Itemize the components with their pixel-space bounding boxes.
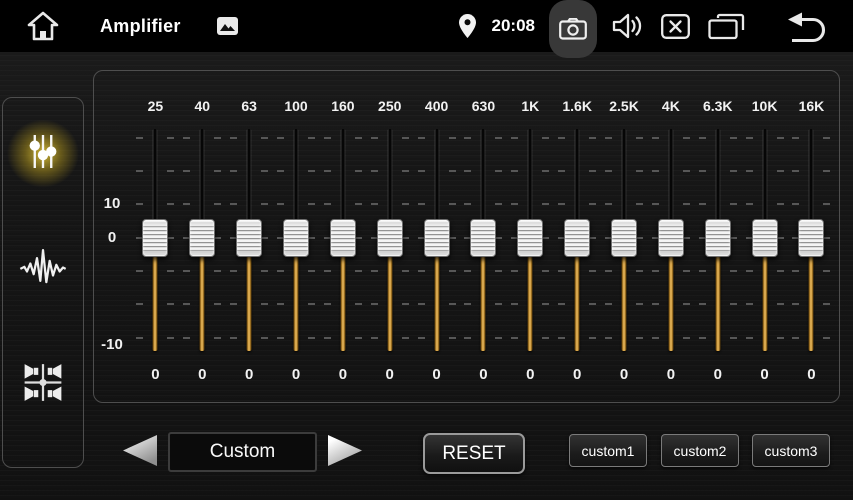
band-freq-label: 25 [132,98,179,114]
slider-knob[interactable] [517,219,543,257]
page-title: Amplifier [100,16,181,37]
eq-band: 400 0 [413,71,460,404]
slider-knob[interactable] [658,219,684,257]
speakers-cross-icon [22,392,64,407]
eq-band: 250 0 [366,71,413,404]
band-freq-label: 100 [273,98,320,114]
back-icon [785,10,826,43]
sidebar-item-sound-effect[interactable] [19,246,67,293]
band-value: 0 [132,366,179,383]
band-freq-label: 6.3K [694,98,741,114]
eq-band: 4K 0 [647,71,694,404]
band-value: 0 [694,366,741,383]
eq-bands: 25 0 40 0 63 0 100 [132,71,835,404]
slider-knob[interactable] [330,219,356,257]
slider-knob[interactable] [470,219,496,257]
sidebar [2,97,84,468]
close-icon [661,14,690,39]
home-button[interactable] [26,10,60,42]
band-value: 0 [366,366,413,383]
preset-prev-button[interactable] [122,435,158,469]
band-freq-label: 16K [788,98,835,114]
equalizer-panel: 10 0 -10 25 0 40 0 63 0 [93,70,840,403]
slider-knob[interactable] [611,219,637,257]
slider-knob[interactable] [377,219,403,257]
recents-button[interactable] [708,13,745,40]
band-value: 0 [319,366,366,383]
eq-band: 100 0 [273,71,320,404]
band-freq-label: 630 [460,98,507,114]
band-freq-label: 2.5K [601,98,648,114]
band-value: 0 [554,366,601,383]
band-value: 0 [788,366,835,383]
slider-knob[interactable] [142,219,168,257]
eq-band: 1K 0 [507,71,554,404]
band-freq-label: 1.6K [554,98,601,114]
eq-band: 1.6K 0 [554,71,601,404]
band-value: 0 [647,366,694,383]
band-value: 0 [413,366,460,383]
eq-band: 25 0 [132,71,179,404]
eq-band: 10K 0 [741,71,788,404]
top-bar: Amplifier 20:08 [0,0,853,52]
band-freq-label: 400 [413,98,460,114]
band-value: 0 [179,366,226,383]
volume-button[interactable] [611,12,644,40]
home-icon [26,10,60,42]
slider-knob[interactable] [564,219,590,257]
axis-label-max: 10 [96,195,128,212]
band-value: 0 [507,366,554,383]
band-freq-label: 10K [741,98,788,114]
axis-label-min: -10 [96,336,128,353]
close-app-button[interactable] [661,14,690,39]
sidebar-item-balance-fader[interactable] [22,362,64,407]
band-freq-label: 40 [179,98,226,114]
preset-custom1-button[interactable]: custom1 [569,434,647,467]
axis-label-mid: 0 [96,229,128,246]
band-value: 0 [226,366,273,383]
band-value: 0 [273,366,320,383]
slider-knob[interactable] [283,219,309,257]
band-value: 0 [601,366,648,383]
screenshot-button[interactable] [549,0,597,58]
volume-icon [611,12,644,40]
arrow-right-icon [327,454,363,469]
back-button[interactable] [785,10,826,43]
clock: 20:08 [492,16,535,36]
eq-band: 160 0 [319,71,366,404]
head-unit-screen: Amplifier 20:08 [0,0,853,500]
eq-band: 16K 0 [788,71,835,404]
slider-knob[interactable] [189,219,215,257]
eq-band: 2.5K 0 [601,71,648,404]
slider-knob[interactable] [752,219,778,257]
eq-band: 6.3K 0 [694,71,741,404]
eq-band: 630 0 [460,71,507,404]
arrow-left-icon [122,454,158,469]
eq-band: 63 0 [226,71,273,404]
band-value: 0 [741,366,788,383]
band-freq-label: 250 [366,98,413,114]
recents-icon [708,13,745,40]
preset-custom2-button[interactable]: custom2 [661,434,739,467]
sidebar-item-equalizer[interactable] [25,132,61,175]
preset-custom3-button[interactable]: custom3 [752,434,830,467]
band-value: 0 [460,366,507,383]
slider-knob[interactable] [798,219,824,257]
band-freq-label: 4K [647,98,694,114]
camera-icon [559,18,587,40]
reset-button[interactable]: RESET [423,433,525,474]
preset-next-button[interactable] [327,435,363,469]
slider-knob[interactable] [424,219,450,257]
preset-selector[interactable]: Custom [168,432,317,472]
band-freq-label: 63 [226,98,273,114]
slider-knob[interactable] [705,219,731,257]
band-freq-label: 1K [507,98,554,114]
slider-knob[interactable] [236,219,262,257]
waveform-icon [19,278,67,293]
preset-name: Custom [210,441,275,463]
band-freq-label: 160 [319,98,366,114]
image-icon [217,17,238,35]
location-icon [459,14,476,38]
eq-band: 40 0 [179,71,226,404]
